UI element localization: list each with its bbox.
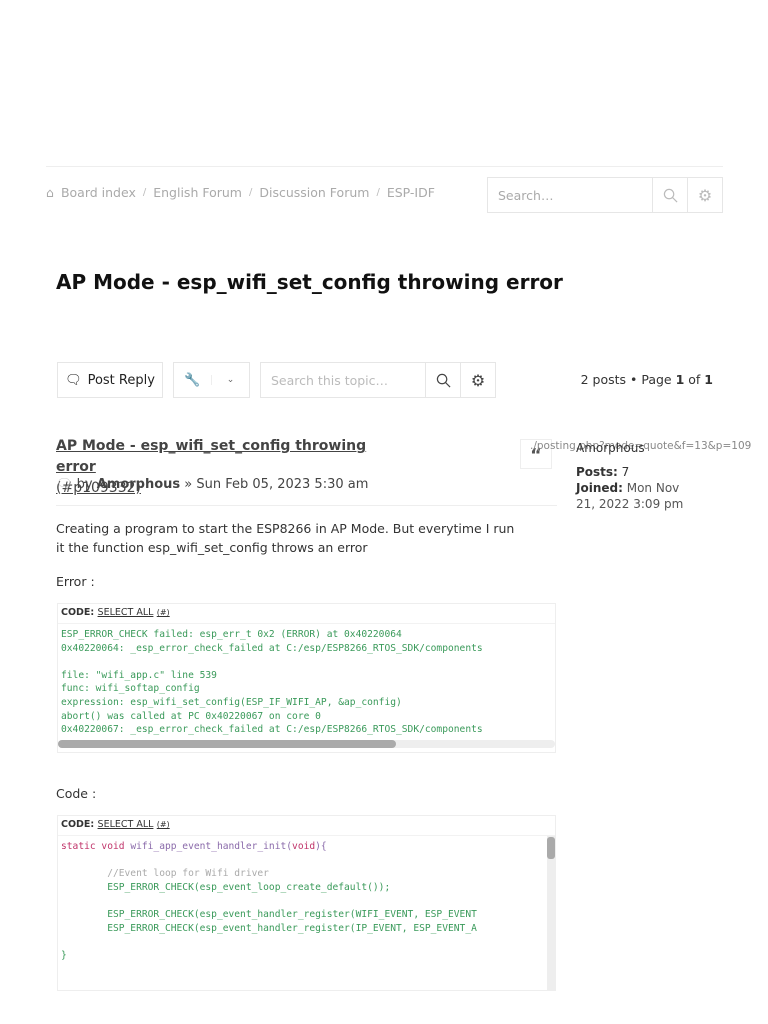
topic-settings-button[interactable]: ⚙	[460, 363, 495, 397]
code-label-text: Code :	[56, 786, 97, 801]
separator: /	[248, 187, 253, 198]
profile: Amorphous Posts: 7 Joined: Mon Nov 21, 2…	[576, 440, 701, 512]
joined-label: Joined:	[576, 481, 623, 495]
post-author-line: 🗨 by Amorphous » Sun Feb 05, 2023 5:30 a…	[56, 477, 368, 492]
vertical-scrollbar[interactable]	[547, 836, 555, 990]
by: by	[76, 477, 97, 492]
select-all-link[interactable]: SELECT ALL	[98, 607, 154, 618]
page-title: AP Mode - esp_wifi_set_config throwing e…	[56, 270, 563, 294]
topic-search-input[interactable]: Search this topic…	[261, 373, 425, 388]
post-title-text[interactable]: AP Mode - esp_wifi_set_config throwing e…	[56, 438, 366, 475]
crumb-esp-idf[interactable]: ESP-IDF	[387, 185, 435, 200]
topic-search-button[interactable]	[425, 363, 460, 397]
advanced-search-button[interactable]: ⚙	[687, 178, 722, 212]
search-button[interactable]	[652, 178, 687, 212]
code-line: }	[61, 949, 67, 961]
code-line: ESP_ERROR_CHECK(esp_event_handler_regist…	[61, 908, 477, 920]
code-line: ESP_ERROR_CHECK(esp_event_loop_create_de…	[61, 881, 391, 893]
code-block-source: CODE: SELECT ALL (#) static void wifi_ap…	[57, 815, 556, 991]
current-page: 1	[675, 372, 685, 387]
gear-icon: ⚙	[697, 185, 713, 205]
function-name: wifi_app_event_handler_init	[130, 841, 287, 852]
error-label: Error :	[56, 574, 95, 589]
source-code: static void wifi_app_event_handler_init(…	[58, 836, 555, 966]
scrollbar-thumb[interactable]	[58, 740, 396, 748]
posts-count: 7	[617, 465, 630, 479]
code-label: CODE:	[61, 819, 95, 830]
topic-search: Search this topic… ⚙	[260, 362, 496, 398]
header-search-input[interactable]: Search…	[488, 188, 652, 203]
chevron-down-icon: ⌄	[211, 375, 249, 385]
header-divider	[46, 166, 723, 167]
post-body: Creating a program to start the ESP8266 …	[56, 521, 515, 555]
search-icon	[436, 373, 450, 387]
hash-link[interactable]: (#)	[157, 608, 170, 617]
of: of	[684, 372, 705, 387]
crumb-board-index[interactable]: Board index	[61, 185, 136, 200]
gear-icon: ⚙	[470, 370, 486, 390]
crumb-discussion-forum[interactable]: Discussion Forum	[259, 185, 369, 200]
post-date: » Sun Feb 05, 2023 5:30 am	[180, 477, 369, 492]
author-link[interactable]: Amorphous	[97, 477, 180, 492]
scrollbar-thumb[interactable]	[547, 837, 555, 859]
error-code: ESP_ERROR_CHECK failed: esp_err_t 0x2 (E…	[61, 629, 483, 736]
profile-name[interactable]: Amorphous	[576, 440, 701, 456]
header-search: Search… ⚙	[487, 177, 723, 213]
post-reply-label: Post Reply	[87, 372, 155, 388]
code-header: CODE: SELECT ALL (#)	[58, 604, 555, 624]
total-pages: 1	[704, 372, 713, 387]
post-count: 2 posts • Page	[580, 372, 676, 387]
separator: /	[376, 187, 380, 198]
code-line: ESP_ERROR_CHECK(esp_event_handler_regist…	[61, 922, 477, 934]
keyword: static void	[61, 841, 131, 852]
horizontal-scrollbar[interactable]	[58, 740, 555, 748]
code-label: CODE:	[61, 607, 95, 618]
separator: /	[142, 187, 147, 198]
keyword: void	[292, 841, 316, 852]
comment: //Event loop for Wifi driver	[61, 868, 269, 880]
post-icon: 🗨	[56, 477, 73, 492]
hash-link[interactable]: (#)	[157, 820, 170, 829]
code-block-error: CODE: SELECT ALL (#) ESP_ERROR_CHECK fai…	[57, 603, 556, 753]
topic-tools-dropdown[interactable]: 🔧 ⌄	[173, 362, 250, 398]
code-header: CODE: SELECT ALL (#)	[58, 816, 555, 836]
pagination: 2 posts • Page 1 of 1	[581, 372, 713, 387]
reply-icon: 🗨	[65, 372, 82, 388]
post-reply-button[interactable]: 🗨 Post Reply	[57, 362, 163, 398]
paren: ){	[315, 841, 327, 852]
crumb-english-forum[interactable]: English Forum	[153, 185, 242, 200]
search-icon	[663, 188, 677, 202]
breadcrumb: ⌂ Board index / English Forum / Discussion…	[46, 185, 435, 200]
home-icon: ⌂	[46, 185, 54, 200]
post-divider	[56, 505, 557, 506]
wrench-icon: 🔧	[184, 372, 201, 388]
posts-label: Posts:	[576, 465, 618, 479]
select-all-link[interactable]: SELECT ALL	[98, 819, 154, 830]
